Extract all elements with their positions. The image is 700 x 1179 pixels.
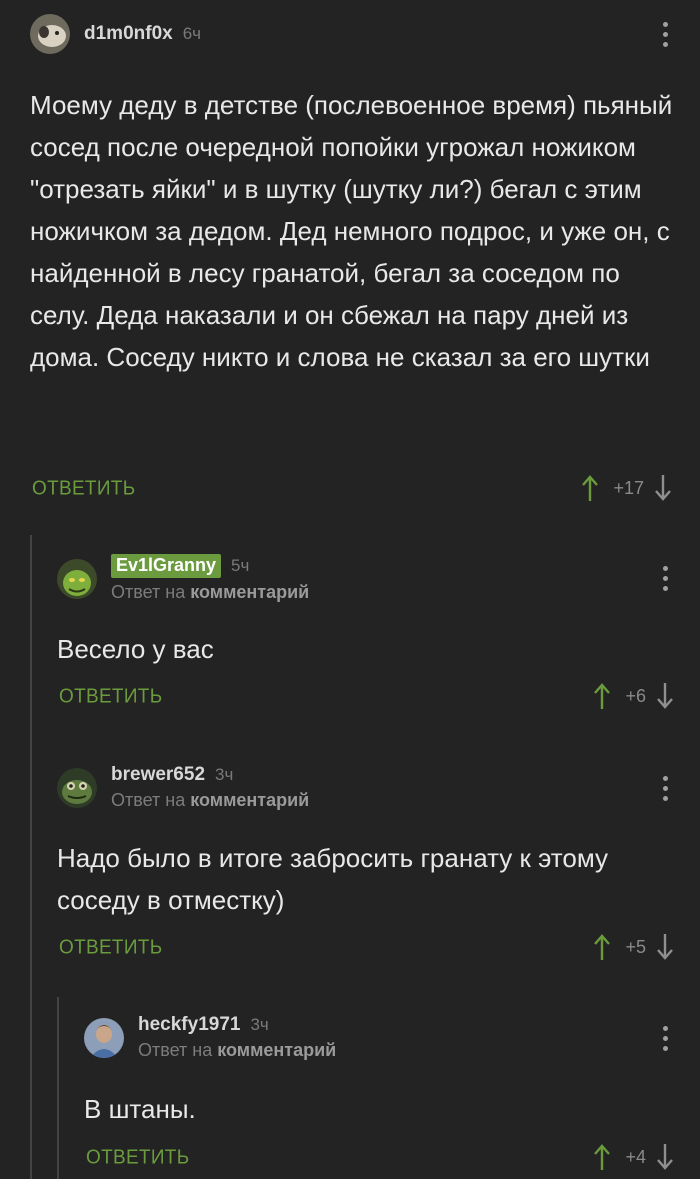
- score: +4: [625, 1146, 646, 1167]
- comment-header: d1m0nf0x 6ч: [30, 14, 201, 54]
- reply-to-prefix: Ответ на: [111, 790, 186, 810]
- comment-text: Весело у вас: [57, 634, 214, 664]
- reply-button[interactable]: ОТВЕТИТЬ: [86, 1146, 189, 1170]
- reply-button[interactable]: ОТВЕТИТЬ: [59, 685, 162, 709]
- comment-text: Надо было в итоге забросить гранату к эт…: [57, 843, 609, 915]
- more-vertical-icon[interactable]: [662, 1026, 668, 1051]
- timestamp: 6ч: [182, 24, 202, 43]
- reply-to-prefix: Ответ на: [138, 1040, 213, 1060]
- upvote-arrow-icon[interactable]: [593, 1143, 611, 1171]
- upvote-arrow-icon[interactable]: [593, 682, 611, 710]
- username[interactable]: heckfy1971: [138, 1014, 240, 1036]
- comment-actions: ОТВЕТИТЬ +4: [0, 1143, 700, 1173]
- avatar[interactable]: [30, 14, 70, 54]
- reply-button[interactable]: ОТВЕТИТЬ: [32, 477, 135, 501]
- username[interactable]: Ev1lGranny: [111, 554, 222, 578]
- avatar[interactable]: [57, 767, 97, 808]
- downvote-arrow-icon[interactable]: [656, 1143, 674, 1171]
- downvote-arrow-icon[interactable]: [656, 682, 674, 710]
- comment-actions: ОТВЕТИТЬ +17: [0, 474, 700, 504]
- vote-controls: +4: [593, 1143, 674, 1171]
- avatar[interactable]: [84, 1017, 124, 1058]
- username[interactable]: d1m0nf0x: [84, 23, 173, 45]
- comment-text: В штаны.: [84, 1094, 196, 1124]
- reply-to-link[interactable]: комментарий: [217, 1040, 336, 1060]
- comments-page: d1m0nf0x 6ч Моему деду в детстве (послев…: [0, 0, 700, 1179]
- more-vertical-icon[interactable]: [662, 22, 668, 47]
- reply-to-label: Ответ на комментарий: [138, 1040, 336, 1061]
- upvote-arrow-icon[interactable]: [581, 474, 599, 502]
- reply-to-link[interactable]: комментарий: [190, 790, 309, 810]
- reply-to-link[interactable]: комментарий: [190, 582, 309, 602]
- username[interactable]: brewer652: [111, 764, 205, 786]
- vote-controls: +17: [581, 474, 672, 502]
- more-vertical-icon[interactable]: [662, 566, 668, 591]
- reply-to-label: Ответ на комментарий: [111, 582, 309, 603]
- score: +17: [613, 477, 644, 498]
- reply-to-label: Ответ на комментарий: [111, 790, 309, 811]
- vote-controls: +6: [593, 682, 674, 710]
- reply-button[interactable]: ОТВЕТИТЬ: [59, 936, 162, 960]
- comment-header: Ev1lGranny 5ч Ответ на комментарий: [57, 554, 309, 603]
- comment-header: heckfy1971 3ч Ответ на комментарий: [84, 1014, 336, 1061]
- downvote-arrow-icon[interactable]: [656, 933, 674, 961]
- comment-text: Моему деду в детстве (послевоенное время…: [30, 90, 673, 372]
- downvote-arrow-icon[interactable]: [654, 474, 672, 502]
- score: +5: [625, 936, 646, 957]
- timestamp: 3ч: [215, 765, 234, 784]
- thread-line-level-1: [30, 535, 32, 1179]
- timestamp: 3ч: [250, 1015, 269, 1034]
- comment-header: brewer652 3ч Ответ на комментарий: [57, 764, 309, 811]
- comment-actions: ОТВЕТИТЬ +6: [0, 682, 700, 712]
- more-vertical-icon[interactable]: [662, 776, 668, 801]
- avatar[interactable]: [57, 558, 97, 599]
- reply-to-prefix: Ответ на: [111, 582, 186, 602]
- upvote-arrow-icon[interactable]: [593, 933, 611, 961]
- timestamp: 5ч: [231, 556, 250, 575]
- vote-controls: +5: [593, 933, 674, 961]
- score: +6: [625, 685, 646, 706]
- comment-actions: ОТВЕТИТЬ +5: [0, 933, 700, 963]
